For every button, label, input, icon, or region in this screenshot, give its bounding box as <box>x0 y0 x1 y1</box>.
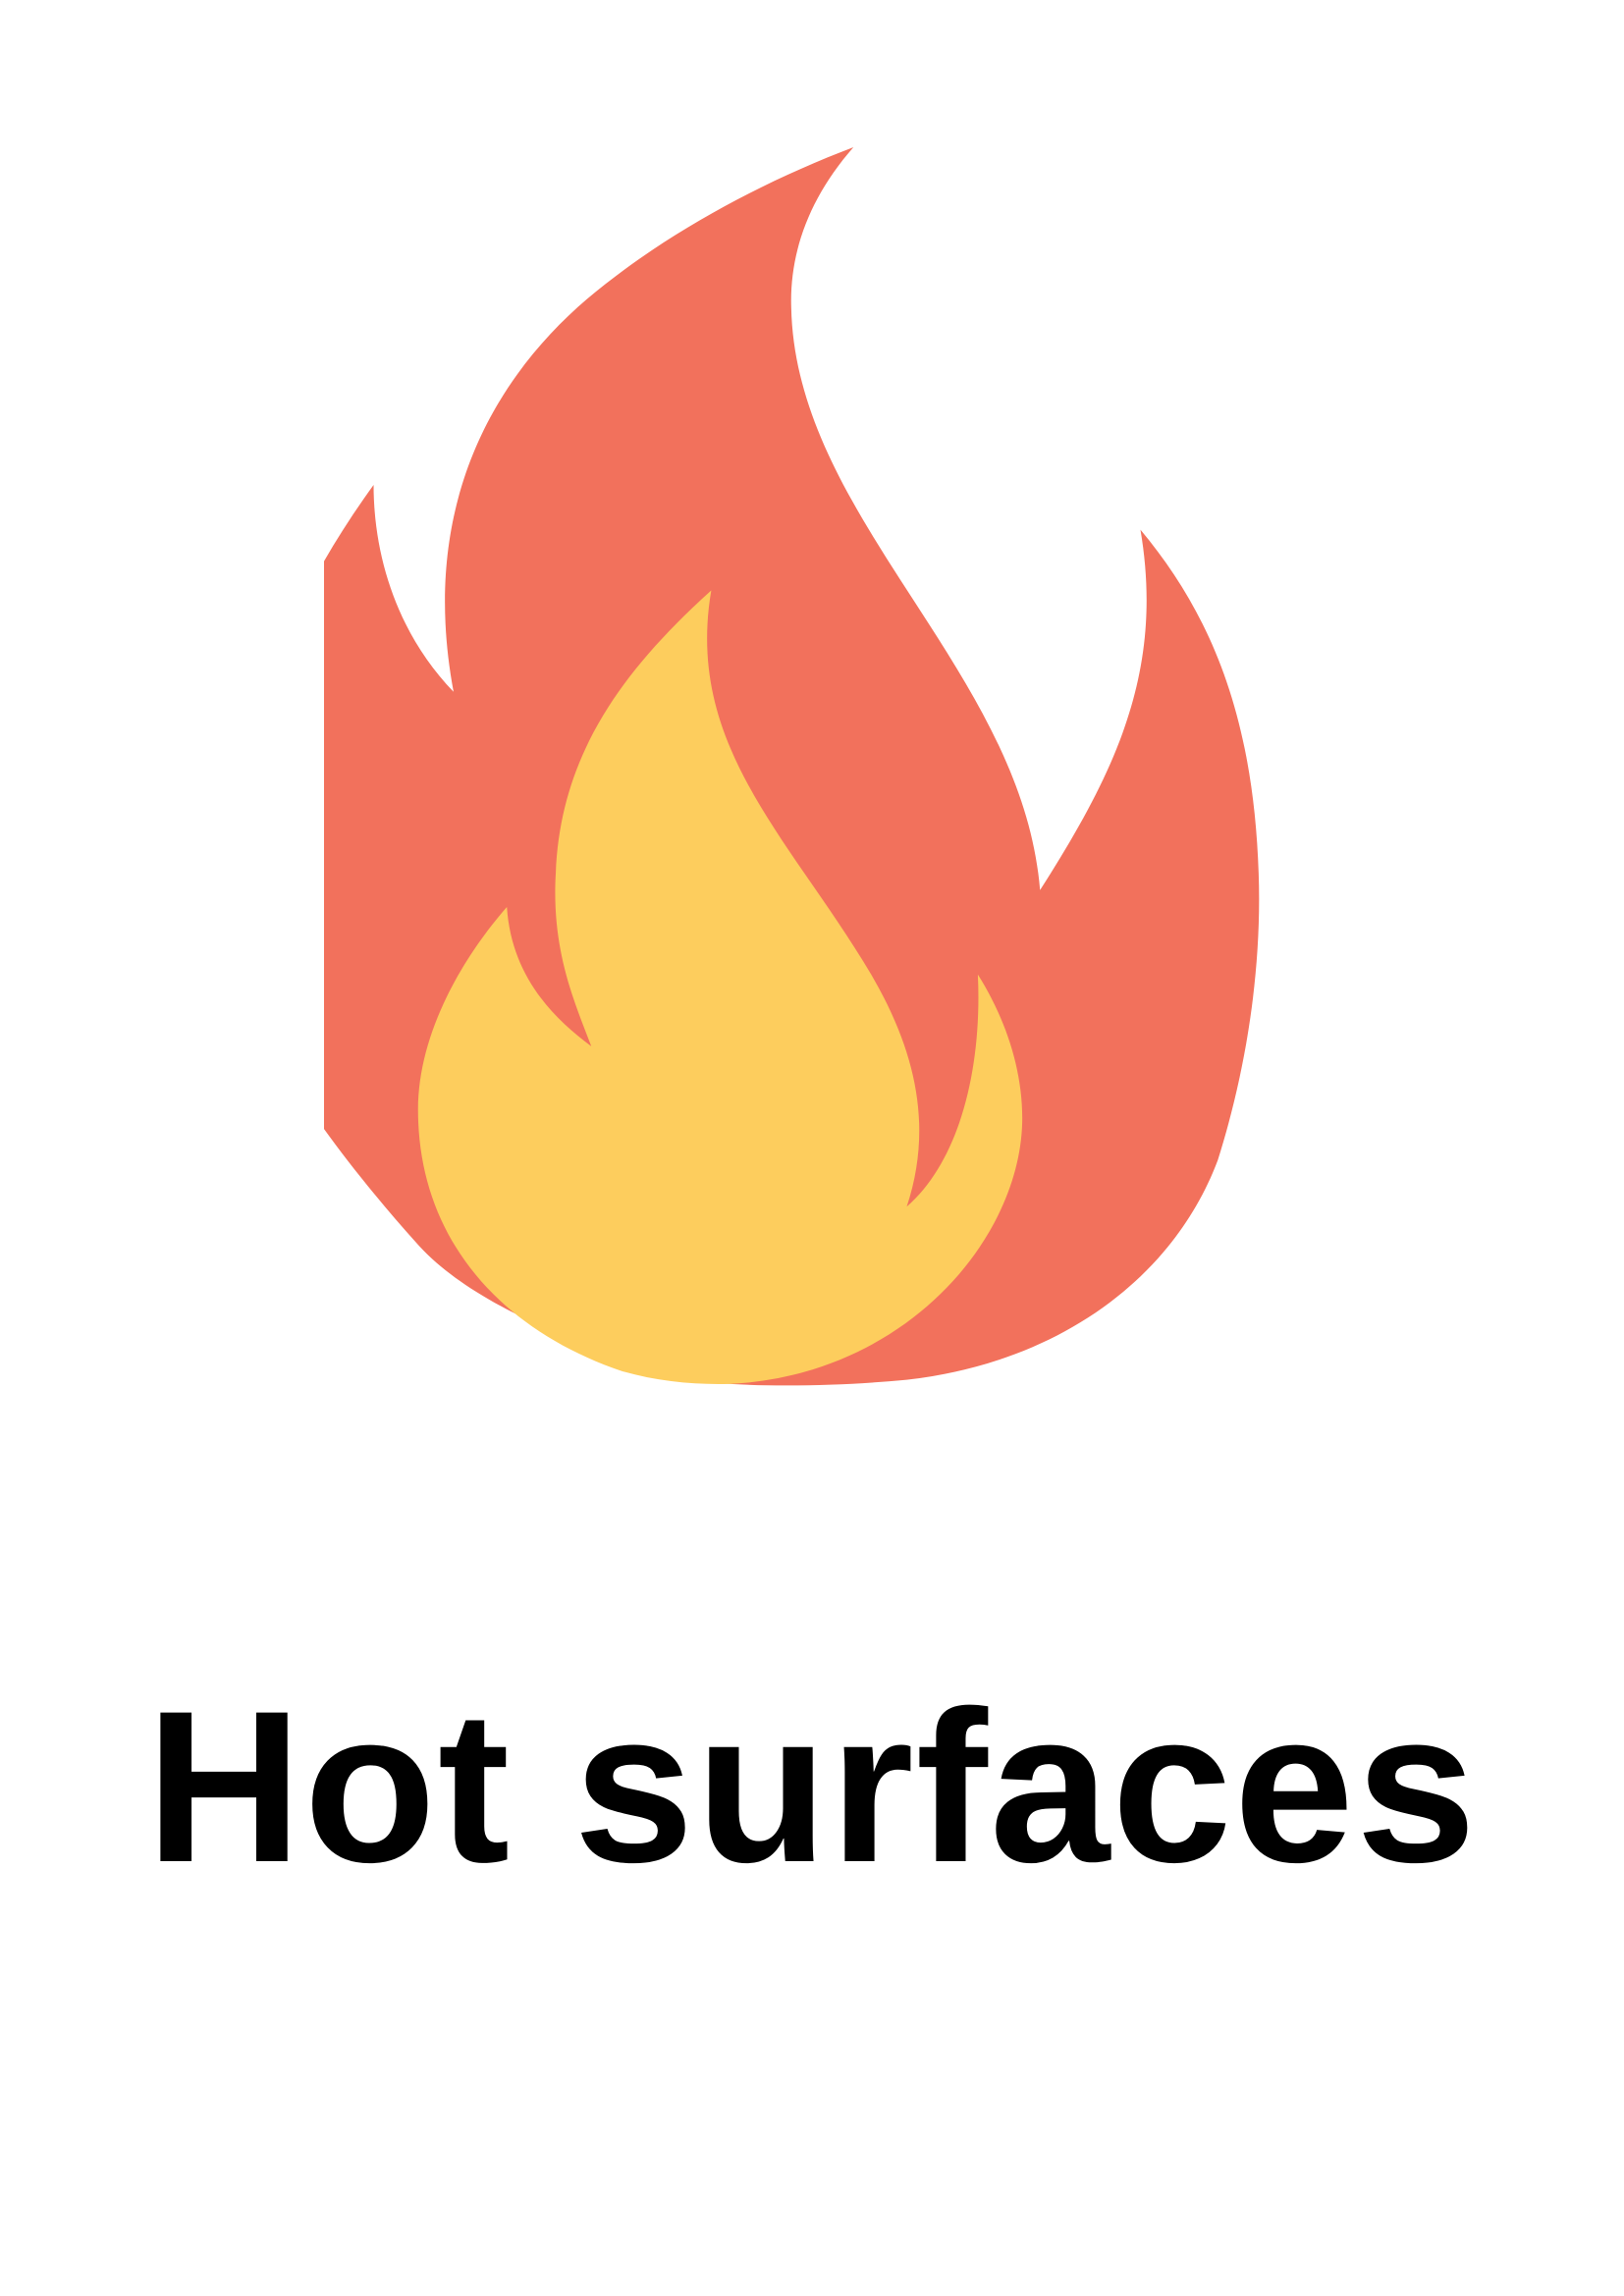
sign-caption: Hot surfaces <box>145 1666 1479 1907</box>
hot-surfaces-sign: Hot surfaces <box>0 0 1624 2296</box>
flame-icon <box>324 147 1306 1404</box>
